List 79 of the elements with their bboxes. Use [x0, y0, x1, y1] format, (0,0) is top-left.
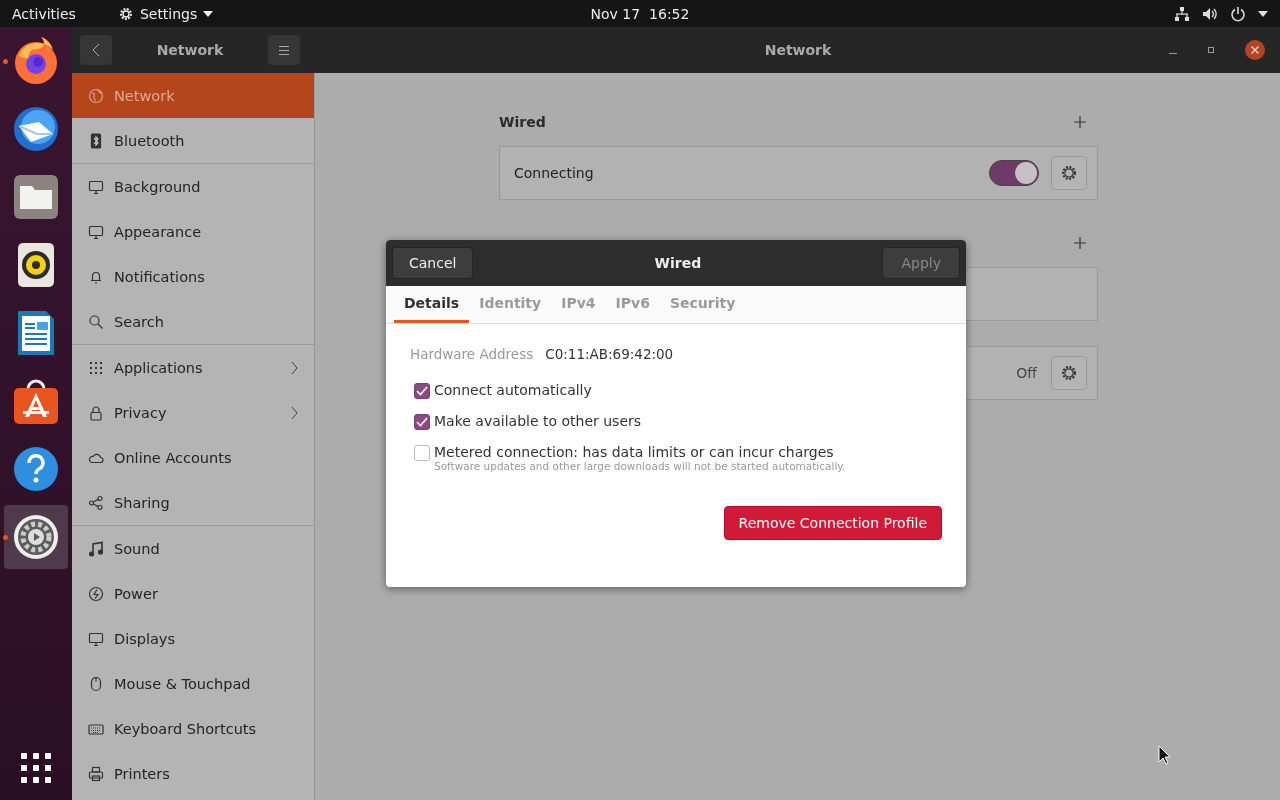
maximize-icon[interactable]: [1206, 45, 1216, 55]
checkbox-label[interactable]: Make available to other users: [434, 413, 642, 429]
settings-button[interactable]: [1051, 156, 1087, 190]
search-icon: [88, 313, 104, 330]
cancel-button[interactable]: Cancel: [392, 247, 474, 279]
activities-button[interactable]: Activities: [0, 5, 88, 22]
network-icon[interactable]: [1174, 5, 1190, 22]
monitor-icon: [88, 178, 104, 195]
folder-icon[interactable]: [13, 174, 59, 220]
lock-icon: [88, 404, 104, 421]
sidebar-item[interactable]: Displays: [72, 616, 314, 661]
remove-button[interactable]: Remove Connection Profile: [723, 506, 942, 540]
sidebar-item[interactable]: Online Accounts: [72, 435, 314, 480]
sidebar-item[interactable]: Power: [72, 571, 314, 616]
sidebar-item[interactable]: Search: [72, 299, 314, 345]
chevron-right-icon: [291, 405, 298, 420]
window-title: Network: [764, 42, 832, 58]
field-value: C0:11:AB:69:42:00: [545, 346, 674, 362]
settings-icon[interactable]: [13, 514, 59, 560]
mouse-icon: [88, 675, 104, 692]
caret-icon[interactable]: [1258, 10, 1268, 17]
sidebar-item[interactable]: Privacy: [72, 390, 314, 435]
power-icon: [88, 585, 104, 602]
checkbox[interactable]: [414, 445, 430, 461]
checkbox-label[interactable]: Metered connection: has data limits or can incur charges: [434, 444, 846, 460]
power-icon[interactable]: [1230, 5, 1246, 22]
settings-button[interactable]: [1051, 356, 1087, 390]
share-icon: [88, 494, 104, 511]
document-icon[interactable]: [17, 310, 55, 356]
grid-icon: [88, 359, 104, 376]
connection-status: Off: [1016, 365, 1037, 381]
back-icon: [92, 43, 100, 57]
close-icon[interactable]: [1244, 39, 1266, 61]
mouse-pointer-icon: [1158, 745, 1171, 765]
add-icon[interactable]: [1074, 237, 1086, 249]
checkbox[interactable]: [414, 383, 430, 399]
hint-text: Software updates and other large downloads will not be started automatically.: [434, 460, 846, 472]
globe-icon: [88, 87, 104, 104]
shopping-bag-icon[interactable]: [13, 377, 59, 425]
menu-icon: [279, 45, 289, 55]
sidebar-item[interactable]: Printers: [72, 751, 314, 796]
monitor-icon: [88, 630, 104, 647]
printer-icon: [88, 765, 104, 782]
sidebar-item[interactable]: Applications: [72, 345, 314, 390]
clock[interactable]: Nov 17 16:52: [590, 5, 690, 22]
toggle-switch[interactable]: [989, 160, 1039, 186]
check-icon: [416, 386, 428, 396]
add-icon[interactable]: [1074, 116, 1086, 128]
note-icon: [88, 540, 104, 557]
speaker-icon[interactable]: [17, 242, 55, 288]
mail-icon[interactable]: [11, 104, 61, 154]
gear-icon: [117, 5, 134, 22]
caret-icon: [203, 10, 214, 17]
sidebar-item[interactable]: Bluetooth: [72, 118, 314, 164]
checkbox[interactable]: [414, 414, 430, 430]
sidebar-item[interactable]: Background: [72, 164, 314, 209]
section-title: Wired: [499, 114, 546, 130]
sidebar-item[interactable]: Sharing: [72, 480, 314, 526]
tab[interactable]: Details: [394, 286, 470, 323]
gear-icon: [1060, 164, 1078, 182]
monitor-icon: [88, 223, 104, 240]
checkbox-label[interactable]: Connect automatically: [434, 382, 592, 398]
sidebar-item[interactable]: Appearance: [72, 209, 314, 254]
help-icon[interactable]: [13, 446, 59, 492]
sidebar-item[interactable]: Mouse & Touchpad: [72, 661, 314, 706]
app-menu[interactable]: Settings: [111, 4, 220, 23]
bluetooth-icon: [88, 132, 104, 149]
connection-status: Connecting: [514, 165, 595, 181]
check-icon: [416, 417, 428, 427]
gear-icon: [1060, 364, 1078, 382]
chevron-right-icon: [291, 360, 298, 375]
sidebar-item[interactable]: Sound: [72, 526, 314, 571]
dialog-title: Wired: [654, 255, 702, 271]
menu-button[interactable]: [268, 35, 300, 65]
sidebar-title: Network: [156, 42, 224, 58]
sidebar-item[interactable]: Keyboard Shortcuts: [72, 706, 314, 751]
field-label: Hardware Address: [410, 346, 534, 362]
sidebar-item[interactable]: Notifications: [72, 254, 314, 299]
show-apps-icon[interactable]: [20, 752, 52, 784]
